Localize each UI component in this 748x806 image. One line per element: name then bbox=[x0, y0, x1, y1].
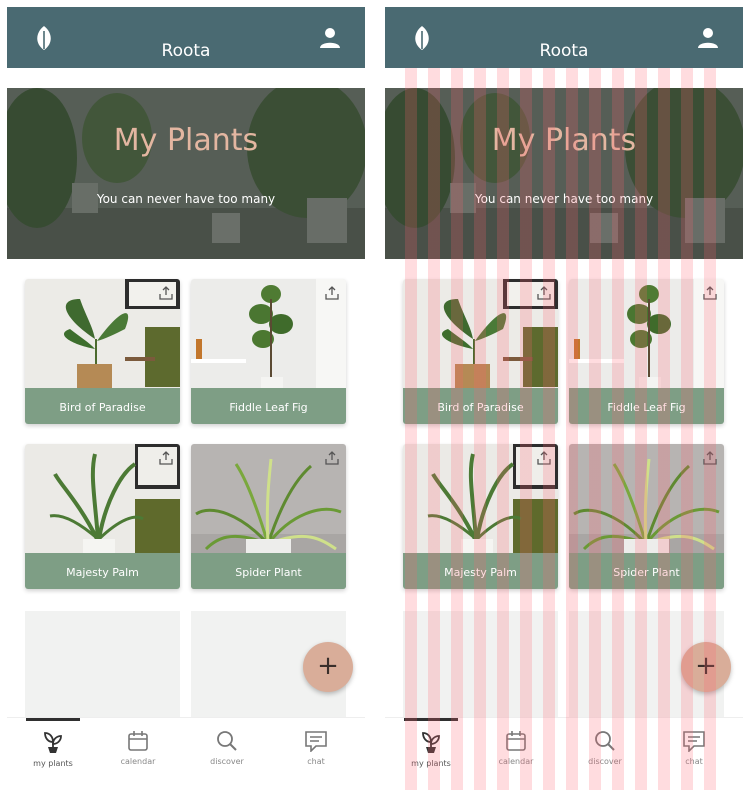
app-title: Roota bbox=[539, 41, 589, 61]
calendar-icon bbox=[128, 731, 148, 751]
share-icon[interactable] bbox=[702, 285, 718, 301]
add-plant-button[interactable]: + bbox=[681, 642, 731, 692]
nav-chat[interactable]: chat bbox=[659, 728, 729, 784]
plant-icon bbox=[422, 732, 440, 753]
plant-card-fiddle-leaf-fig[interactable]: Fiddle Leaf Fig bbox=[569, 279, 724, 424]
app-screen-left: Roota My Plants You can never have too m… bbox=[7, 0, 365, 790]
bottom-nav: my plants calendar discover chat bbox=[7, 717, 365, 790]
hero-background-image bbox=[7, 88, 365, 259]
hero-title: My Plants bbox=[491, 123, 637, 158]
plant-name: Spider Plant bbox=[569, 553, 724, 589]
nav-calendar[interactable]: calendar bbox=[103, 728, 173, 784]
nav-label: my plants bbox=[33, 759, 73, 768]
nav-chat[interactable]: chat bbox=[281, 728, 351, 784]
plant-card-spider-plant[interactable]: Spider Plant bbox=[569, 444, 724, 589]
nav-calendar[interactable]: calendar bbox=[481, 728, 551, 784]
share-icon[interactable] bbox=[158, 285, 174, 301]
add-plant-button[interactable]: + bbox=[303, 642, 353, 692]
chat-icon bbox=[305, 731, 327, 752]
hero-background-image bbox=[385, 88, 743, 259]
nav-my-plants[interactable]: my plants bbox=[18, 728, 88, 784]
active-tab-indicator bbox=[26, 718, 80, 721]
nav-label: my plants bbox=[411, 759, 451, 768]
nav-discover[interactable]: discover bbox=[570, 728, 640, 784]
active-tab-indicator bbox=[404, 718, 458, 721]
plant-name: Fiddle Leaf Fig bbox=[569, 388, 724, 424]
nav-label: chat bbox=[685, 757, 703, 766]
plant-name: Bird of Paradise bbox=[403, 388, 558, 424]
plant-card-bird-of-paradise[interactable]: Bird of Paradise bbox=[25, 279, 180, 424]
plant-card-majesty-palm[interactable]: Majesty Palm bbox=[403, 444, 558, 589]
plant-name: Majesty Palm bbox=[25, 553, 180, 589]
chat-icon bbox=[683, 731, 705, 752]
profile-icon[interactable] bbox=[319, 27, 341, 49]
nav-label: discover bbox=[588, 757, 622, 766]
plant-card-placeholder bbox=[25, 611, 180, 721]
hero-subtitle: You can never have too many bbox=[96, 192, 276, 206]
nav-my-plants[interactable]: my plants bbox=[396, 728, 466, 784]
plant-name: Spider Plant bbox=[191, 553, 346, 589]
plant-card-placeholder bbox=[403, 611, 558, 721]
plant-card-spider-plant[interactable]: Spider Plant bbox=[191, 444, 346, 589]
hero-subtitle: You can never have too many bbox=[474, 192, 654, 206]
plant-card-majesty-palm[interactable]: Majesty Palm bbox=[25, 444, 180, 589]
share-icon[interactable] bbox=[536, 450, 552, 466]
hero-title: My Plants bbox=[113, 123, 259, 158]
search-icon bbox=[595, 731, 615, 751]
hero-banner: My Plants You can never have too many bbox=[7, 88, 365, 259]
plant-card-fiddle-leaf-fig[interactable]: Fiddle Leaf Fig bbox=[191, 279, 346, 424]
nav-label: calendar bbox=[120, 757, 156, 766]
profile-icon[interactable] bbox=[697, 27, 719, 49]
plant-name: Majesty Palm bbox=[403, 553, 558, 589]
nav-label: calendar bbox=[498, 757, 534, 766]
bottom-nav: my plants calendar discover chat bbox=[385, 717, 743, 790]
nav-label: chat bbox=[307, 757, 325, 766]
share-icon[interactable] bbox=[536, 285, 552, 301]
plant-name: Bird of Paradise bbox=[25, 388, 180, 424]
calendar-icon bbox=[506, 731, 526, 751]
search-icon bbox=[217, 731, 237, 751]
share-icon[interactable] bbox=[702, 450, 718, 466]
plant-card-bird-of-paradise[interactable]: Bird of Paradise bbox=[403, 279, 558, 424]
nav-discover[interactable]: discover bbox=[192, 728, 262, 784]
plant-icon bbox=[44, 732, 62, 753]
nav-label: discover bbox=[210, 757, 244, 766]
hero-banner: My Plants You can never have too many bbox=[385, 88, 743, 259]
share-icon[interactable] bbox=[324, 450, 340, 466]
share-icon[interactable] bbox=[324, 285, 340, 301]
app-screen-right: Roota My Plants You can never have too m… bbox=[385, 0, 743, 790]
app-title: Roota bbox=[161, 41, 211, 61]
app-header: Roota bbox=[385, 7, 743, 68]
share-icon[interactable] bbox=[158, 450, 174, 466]
app-header: Roota bbox=[7, 7, 365, 68]
plant-name: Fiddle Leaf Fig bbox=[191, 388, 346, 424]
